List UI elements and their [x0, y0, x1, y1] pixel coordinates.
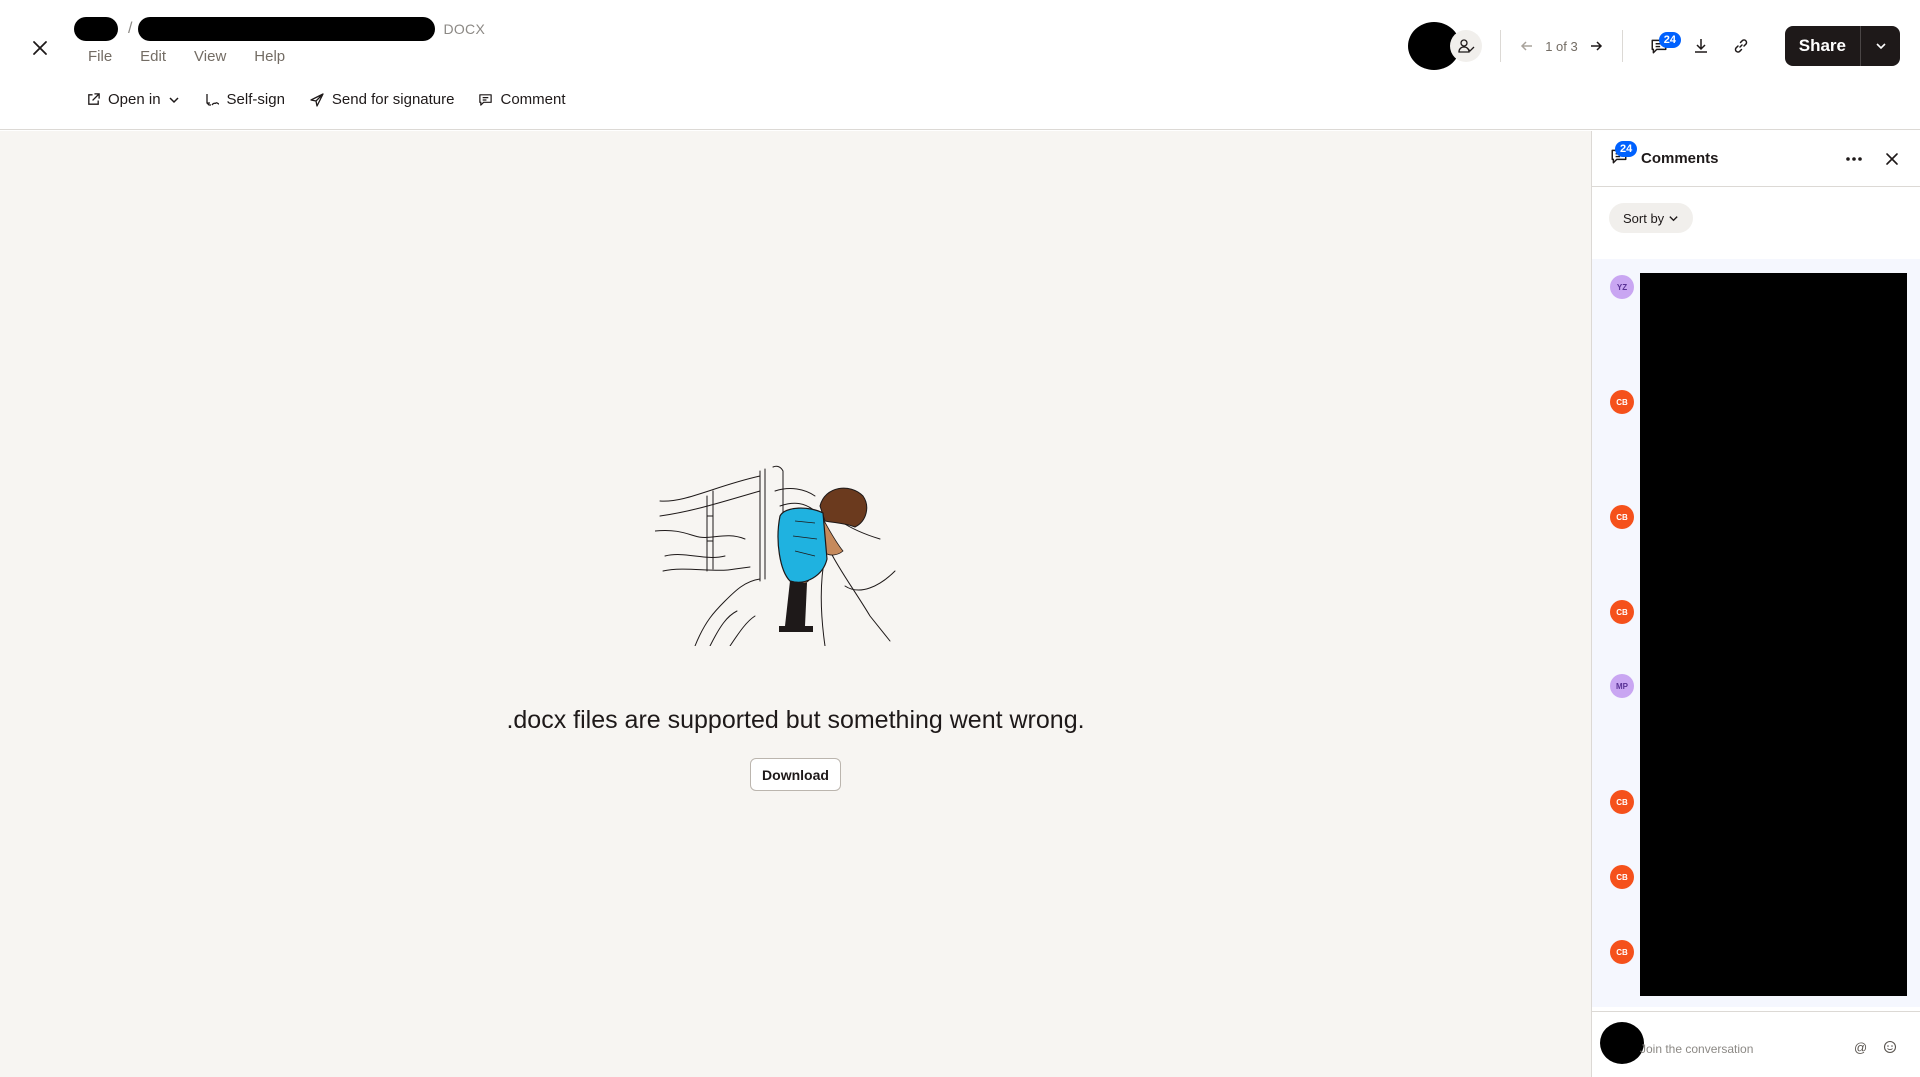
- open-in-label: Open in: [108, 91, 161, 108]
- commenter-avatar[interactable]: CB: [1610, 600, 1634, 624]
- comments-count-badge: 24: [1658, 32, 1681, 48]
- send-for-signature-button[interactable]: Send for signature: [309, 91, 455, 108]
- chevron-down-icon: [1875, 43, 1886, 50]
- comment-composer: Join the conversation @: [1592, 1011, 1920, 1077]
- comments-panel: 24 Comments Sort by YZ CB CB CB MP CB CB…: [1591, 131, 1920, 1077]
- mention-icon[interactable]: @: [1854, 1040, 1867, 1055]
- error-message: .docx files are supported but something …: [506, 706, 1085, 734]
- file-preview-area: .docx files are supported but something …: [0, 131, 1591, 1077]
- download-button[interactable]: [1683, 28, 1719, 64]
- share-button[interactable]: Share: [1784, 26, 1860, 66]
- file-pager: 1 of 3: [1519, 38, 1604, 54]
- commenter-avatar[interactable]: YZ: [1610, 275, 1634, 299]
- close-icon[interactable]: [26, 34, 54, 62]
- menu-bar: File Edit View Help: [88, 48, 285, 65]
- comment-button[interactable]: Comment: [478, 91, 566, 108]
- send-icon: [310, 92, 324, 107]
- redacted-folder-name: [74, 17, 118, 41]
- header-right-actions: 1 of 3 24 Share: [1408, 22, 1900, 70]
- commenter-avatar[interactable]: CB: [1610, 865, 1634, 889]
- comment-icon: [479, 94, 493, 106]
- copy-link-button[interactable]: [1723, 28, 1759, 64]
- file-extension: DOCX: [443, 21, 486, 37]
- breadcrumb-separator: /: [128, 20, 133, 37]
- commenter-avatar[interactable]: CB: [1610, 790, 1634, 814]
- share-button-group: Share: [1784, 26, 1900, 66]
- redacted-file-name[interactable]: [138, 17, 436, 41]
- send-for-signature-label: Send for signature: [331, 91, 455, 108]
- commenter-avatar[interactable]: CB: [1610, 505, 1634, 529]
- comment-input[interactable]: Join the conversation: [1640, 1042, 1753, 1056]
- arrow-right-icon[interactable]: [1588, 38, 1604, 54]
- commenter-avatar[interactable]: CB: [1610, 390, 1634, 414]
- comments-panel-badge: 24: [1615, 141, 1638, 157]
- redacted-current-user-avatar: [1600, 1022, 1644, 1064]
- link-icon: [1734, 39, 1747, 53]
- action-toolbar: Open in Self-sign Send for signature Com…: [86, 91, 566, 108]
- download-file-button[interactable]: Download: [750, 758, 841, 791]
- self-sign-label: Self-sign: [226, 91, 285, 108]
- redacted-comments-content: [1640, 273, 1907, 996]
- commenter-avatar[interactable]: CB: [1610, 940, 1634, 964]
- sort-by-button[interactable]: Sort by: [1609, 203, 1694, 233]
- external-link-icon: [88, 93, 100, 105]
- chevron-down-icon: [169, 96, 179, 103]
- open-in-button[interactable]: Open in: [86, 91, 180, 108]
- emoji-icon[interactable]: [1883, 1040, 1897, 1054]
- breadcrumb: / DOCX: [74, 16, 485, 42]
- pager-label: 1 of 3: [1545, 38, 1578, 54]
- signature-pen-icon: [205, 93, 219, 106]
- menu-view[interactable]: View: [194, 48, 226, 65]
- header-bar: / DOCX File Edit View Help Open in Self-…: [0, 0, 1920, 130]
- self-sign-button[interactable]: Self-sign: [204, 91, 285, 108]
- menu-help[interactable]: Help: [254, 48, 285, 65]
- commenter-avatar[interactable]: MP: [1610, 674, 1634, 698]
- comments-header-icon: 24: [1610, 141, 1638, 170]
- divider: [1500, 30, 1502, 62]
- comments-toggle-button[interactable]: 24: [1641, 28, 1681, 64]
- comments-panel-title: Comments: [1641, 150, 1719, 167]
- menu-file[interactable]: File: [88, 48, 112, 65]
- comments-panel-header: 24 Comments: [1592, 131, 1920, 187]
- share-options-button[interactable]: [1860, 26, 1900, 66]
- share-people-icon[interactable]: [1450, 30, 1483, 62]
- divider: [1621, 30, 1623, 62]
- binoculars-viewer-illustration: [655, 465, 896, 646]
- menu-edit[interactable]: Edit: [140, 48, 166, 65]
- sort-by-label: Sort by: [1623, 210, 1665, 226]
- more-options-icon[interactable]: [1840, 145, 1868, 178]
- chevron-down-icon: [1669, 215, 1678, 221]
- arrow-left-icon[interactable]: [1519, 38, 1535, 54]
- close-panel-icon[interactable]: [1878, 145, 1906, 178]
- download-icon: [1694, 39, 1707, 53]
- comment-thread-list: YZ CB CB CB MP CB CB CB: [1592, 259, 1920, 1007]
- comment-label: Comment: [500, 91, 566, 108]
